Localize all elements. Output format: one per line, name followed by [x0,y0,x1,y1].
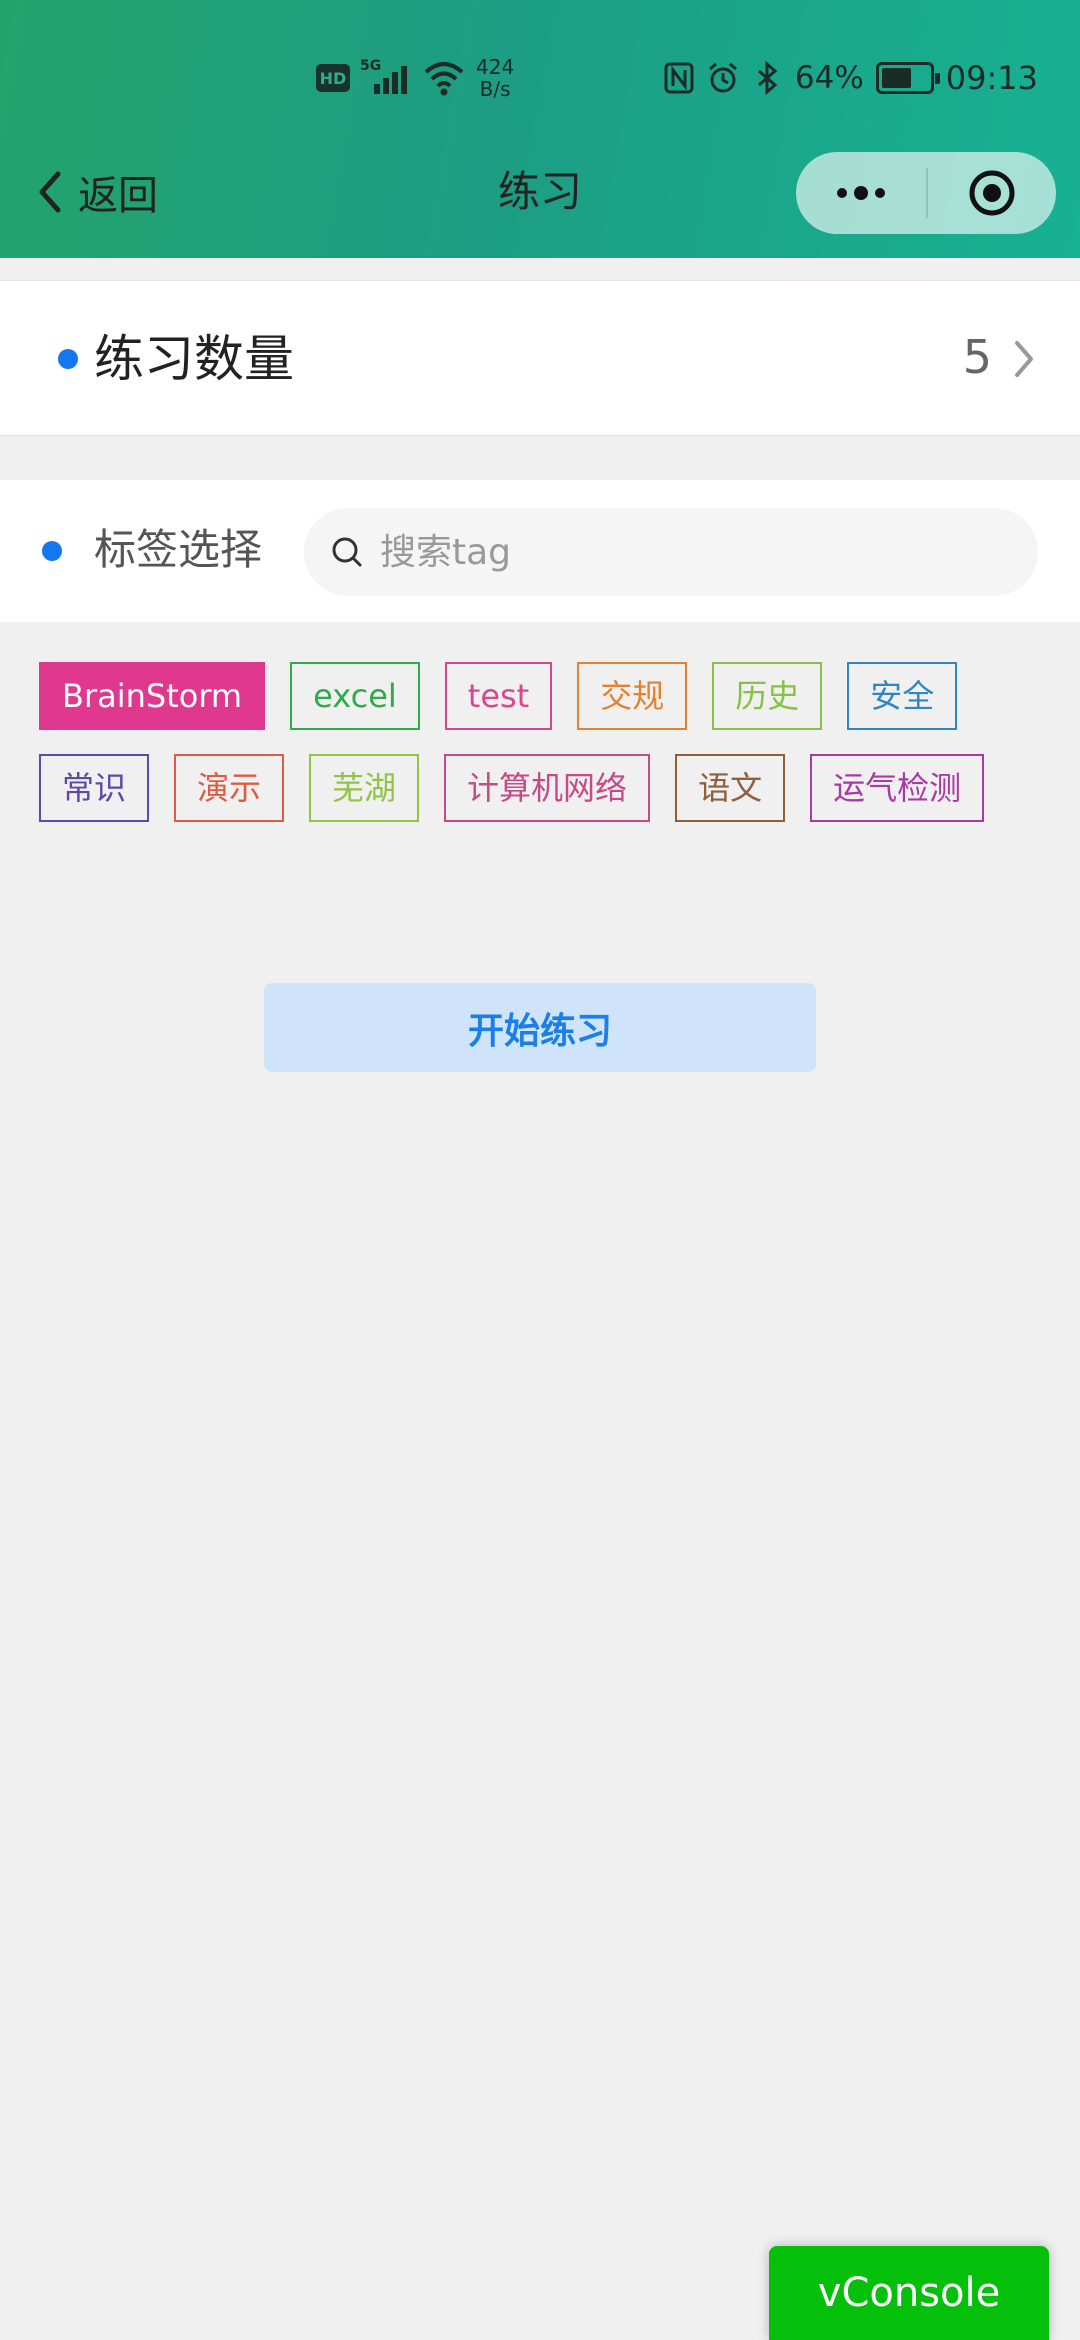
tag-select-label: 标签选择 [94,525,263,574]
practice-count-label: 练习数量 [94,330,294,388]
tag-chip[interactable]: 演示 [174,754,285,822]
more-icon [837,188,847,198]
hd-icon: HD [316,64,350,92]
network-speed-unit: B/s [479,77,511,101]
tag-chip[interactable]: 常识 [39,754,150,822]
chevron-right-icon [1015,341,1033,377]
wifi-icon [424,62,464,96]
nfc-icon [664,62,694,94]
close-miniprogram-button[interactable] [928,152,1056,234]
more-button[interactable] [796,152,926,234]
battery-fill [881,68,912,88]
signal-icon: 5G [360,58,412,98]
target-close-icon [969,170,1015,216]
miniprogram-capsule [796,152,1056,234]
start-practice-button[interactable]: 开始练习 [264,983,816,1072]
network-speed: 424 B/s [476,56,514,100]
battery-percent: 64% [794,60,864,96]
tag-chip[interactable]: test [444,662,553,730]
tag-chip[interactable]: 运气检测 [810,754,985,822]
status-bar-left: HD 5G 424 B/s [316,50,514,106]
tag-chip[interactable]: 交规 [577,662,688,730]
tag-chip[interactable]: excel [290,662,420,730]
tag-search-box[interactable] [304,508,1038,596]
network-speed-value: 424 [476,55,515,79]
vconsole-button[interactable]: vConsole [769,2246,1049,2340]
battery-icon [875,62,940,94]
tag-chip[interactable]: BrainStorm [39,662,266,730]
status-time: 09:13 [945,59,1038,97]
practice-count-value: 5 [962,330,992,384]
status-bar: HD 5G 424 B/s 64% 09:13 [0,50,1080,106]
tag-chip[interactable]: 计算机网络 [444,754,651,822]
nav-bar: 返回 练习 [0,148,1080,238]
tag-search-input[interactable] [380,531,1020,573]
tag-select-row: 标签选择 [0,480,1080,622]
practice-count-row[interactable]: 练习数量 5 [0,280,1080,436]
app-header: HD 5G 424 B/s 64% 09:13 返回 练习 [0,0,1080,258]
tag-list: BrainStorm excel test 交规 历史 安全常识 演示 芜湖 计算机网络 语文 运气… [39,662,1049,822]
tag-chip[interactable]: 芜湖 [309,754,420,822]
bullet-dot [58,349,78,369]
search-icon [332,537,362,567]
alarm-icon [708,62,737,93]
status-bar-right: 64% 09:13 [663,50,1038,106]
tag-chip[interactable]: 安全 [847,662,958,730]
bullet-dot [42,541,62,561]
tag-chip[interactable]: 语文 [675,754,786,822]
bluetooth-icon [757,60,778,96]
tag-chip[interactable]: 历史 [712,662,823,730]
